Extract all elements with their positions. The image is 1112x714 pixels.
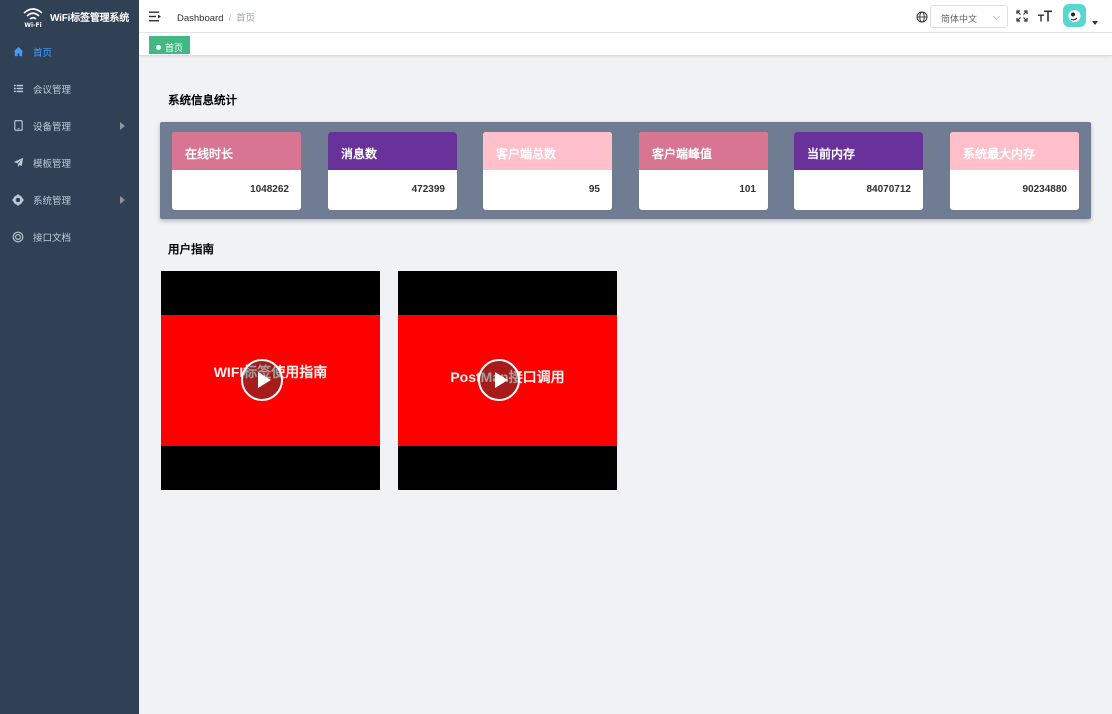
send-icon [12, 157, 24, 169]
sidebar-item-label: 接口文档 [33, 232, 72, 244]
stat-card-value: 472399 [411, 184, 445, 195]
active-dot-icon [156, 45, 161, 50]
home-icon [12, 46, 24, 58]
stat-card-value: 90234880 [1022, 184, 1068, 195]
fullscreen-icon[interactable] [1016, 10, 1028, 22]
stat-card-value: 95 [588, 184, 600, 195]
play-icon[interactable] [241, 359, 283, 401]
tags-view: 首页 [139, 33, 1112, 56]
stat-card-messages: 消息数 472399 [328, 132, 457, 210]
logo[interactable]: Wi-Fi WiFi标签管理系统 [0, 0, 139, 33]
play-icon[interactable] [478, 359, 520, 401]
sidebar-item-label: 系统管理 [33, 195, 72, 207]
stat-card-value: 1048262 [250, 184, 289, 195]
stat-card-label: 消息数 [328, 132, 457, 170]
caret-down-icon[interactable] [1092, 21, 1098, 25]
stat-card-value: 84070712 [866, 184, 912, 195]
language-select-value: 简体中文 [941, 14, 978, 24]
language-select[interactable]: 简体中文 [930, 5, 1008, 28]
breadcrumb-separator: / [228, 13, 232, 24]
stats-panel: 在线时长 1048262 消息数 472399 客户端总数 95 客户端峰值 1… [160, 122, 1091, 219]
sidebar-item-home[interactable]: 首页 [0, 33, 139, 70]
avatar-image-icon [1068, 10, 1081, 22]
video-wifi-guide[interactable]: WIFI标签使用指南 [161, 271, 380, 490]
avatar[interactable] [1063, 4, 1086, 27]
sidebar-item-label: 模板管理 [33, 158, 72, 170]
stat-card-label: 客户端峰值 [639, 132, 768, 170]
breadcrumb-item-current: 首页 [236, 13, 256, 24]
chevron-right-icon [120, 121, 125, 130]
stat-card-label: 客户端总数 [483, 132, 612, 170]
hamburger-icon[interactable] [149, 10, 162, 23]
sidebar-item-label: 首页 [33, 47, 53, 59]
globe-icon [916, 11, 928, 23]
chevron-right-icon [120, 195, 125, 204]
list-icon [12, 83, 24, 95]
breadcrumb-item-dashboard[interactable]: Dashboard [177, 13, 223, 24]
font-size-icon[interactable] [1038, 9, 1052, 23]
stat-card-current-memory: 当前内存 84070712 [794, 132, 923, 210]
sidebar-item-label: 会议管理 [33, 84, 72, 96]
breadcrumb: Dashboard / 首页 [177, 10, 255, 24]
device-icon [12, 120, 24, 132]
tag-label: 首页 [165, 43, 184, 53]
sidebar-item-label: 设备管理 [33, 121, 72, 133]
stat-card-label: 在线时长 [172, 132, 301, 170]
sidebar-item-templates[interactable]: 模板管理 [0, 144, 139, 181]
stats-section-title: 系统信息统计 [168, 95, 237, 107]
stat-card-label: 当前内存 [794, 132, 923, 170]
sidebar: Wi-Fi WiFi标签管理系统 首页 会议管理 设备管理 模板管理 系统管理 [0, 0, 139, 714]
sidebar-item-meetings[interactable]: 会议管理 [0, 70, 139, 107]
stat-card-value: 101 [739, 184, 756, 195]
chevron-down-icon [992, 12, 1001, 21]
sidebar-item-system[interactable]: 系统管理 [0, 181, 139, 218]
guide-section-title: 用户指南 [168, 244, 214, 256]
app-title: WiFi标签管理系统 [50, 13, 130, 24]
tag-home[interactable]: 首页 [149, 36, 191, 54]
sidebar-item-devices[interactable]: 设备管理 [0, 107, 139, 144]
svg-text:Wi-Fi: Wi-Fi [24, 22, 41, 28]
api-icon [12, 231, 24, 243]
sidebar-item-api-docs[interactable]: 接口文档 [0, 218, 139, 255]
stat-card-label: 系统最大内存 [950, 132, 1079, 170]
stat-card-max-memory: 系统最大内存 90234880 [950, 132, 1079, 210]
wifi-logo-icon: Wi-Fi [23, 7, 43, 28]
stat-card-clients-total: 客户端总数 95 [483, 132, 612, 210]
stat-card-clients-peak: 客户端峰值 101 [639, 132, 768, 210]
navbar: Dashboard / 首页 简体中文 [139, 0, 1112, 33]
stat-card-online-time: 在线时长 1048262 [172, 132, 301, 210]
gear-icon [12, 194, 24, 206]
video-postman-guide[interactable]: PostMan接口调用 [398, 271, 617, 490]
